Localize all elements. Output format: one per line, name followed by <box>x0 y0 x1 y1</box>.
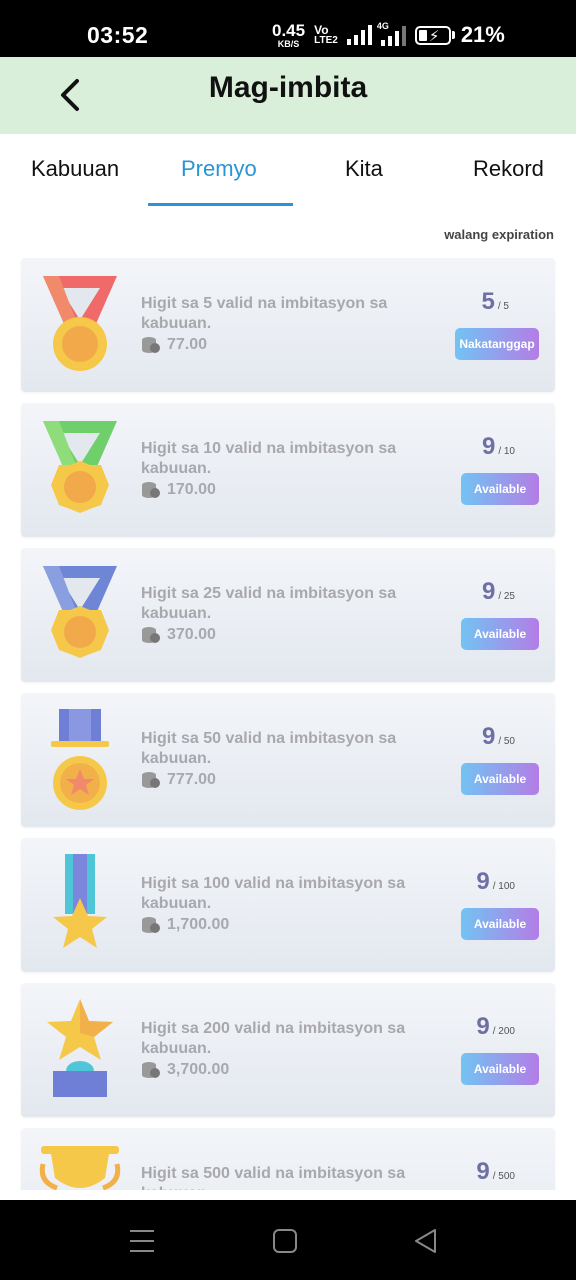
tab-rekord[interactable]: Rekord <box>473 156 544 182</box>
reward-amount-value: 170.00 <box>167 481 216 498</box>
status-time: 03:52 <box>87 22 149 48</box>
progress-current: 9 <box>476 1013 490 1040</box>
volte-bottom: LTE2 <box>314 35 338 46</box>
coin-icon <box>142 772 160 788</box>
tab-premyo[interactable]: Premyo <box>181 156 257 182</box>
available-button[interactable]: Available <box>461 763 539 795</box>
reward-card: Higit sa 10 valid na imbitasyon sa kabuu… <box>21 403 555 537</box>
progress-total: / 5 <box>497 301 509 312</box>
volte-indicator: Vo LTE2 <box>314 24 338 46</box>
reward-amount: 370.00 <box>141 626 216 644</box>
tab-active-indicator <box>148 203 293 206</box>
page-title: Mag-imbita <box>208 71 368 104</box>
reward-description: Higit sa 200 valid na imbitasyon sa kabu… <box>141 1020 406 1057</box>
available-button[interactable]: Available <box>461 473 539 505</box>
claimed-button[interactable]: Nakatanggap <box>455 328 539 360</box>
progress-current: 9 <box>476 1158 490 1185</box>
tab-kita[interactable]: Kita <box>345 156 383 182</box>
network-speed-value: 0.45 <box>272 20 306 40</box>
star-medal-icon <box>51 709 109 810</box>
reward-amount-value: 3,700.00 <box>167 1061 230 1078</box>
back-triangle-icon <box>415 1229 436 1253</box>
progress-current: 9 <box>476 868 490 895</box>
reward-progress: 9/ 100 <box>476 868 515 896</box>
progress-total: / 10 <box>498 446 515 457</box>
progress-total: / 200 <box>492 1026 515 1037</box>
home-button[interactable] <box>270 1226 300 1256</box>
battery-percent: 21% <box>460 22 505 47</box>
reward-description: Higit sa 10 valid na imbitasyon sa kabuu… <box>141 440 397 477</box>
available-button[interactable]: Available <box>461 618 539 650</box>
coin-icon <box>142 917 160 933</box>
reward-card: Higit sa 50 valid na imbitasyon sa kabuu… <box>21 693 555 827</box>
red-ribbon-medal-icon <box>43 276 117 371</box>
signal-icon <box>346 25 372 45</box>
progress-total: / 100 <box>492 881 515 892</box>
network-speed-unit: KB/S <box>277 38 300 49</box>
coin-icon <box>142 337 160 353</box>
coin-icon <box>142 482 160 498</box>
recents-button[interactable] <box>127 1226 157 1256</box>
reward-description: Higit sa 100 valid na imbitasyon sa kabu… <box>141 875 406 912</box>
available-button[interactable]: Available <box>461 908 539 940</box>
reward-amount-value: 777.00 <box>167 771 216 788</box>
battery-icon: ⚡ 21% <box>414 22 505 48</box>
signal-4g-icon: 4G <box>377 21 406 46</box>
progress-current: 9 <box>481 723 496 750</box>
reward-description: Higit sa 500 valid na imbitasyon sa kabu… <box>141 1165 406 1190</box>
blue-ribbon-medal-icon <box>43 566 117 658</box>
reward-progress: 5/ 5 <box>482 288 509 316</box>
available-button[interactable]: Available <box>461 1053 539 1085</box>
progress-current: 9 <box>481 578 496 605</box>
home-square-icon <box>273 1229 297 1253</box>
expiration-note: walang expiration <box>444 227 554 242</box>
reward-description: Higit sa 5 valid na imbitasyon sa kabuua… <box>141 295 388 332</box>
reward-card: Higit sa 100 valid na imbitasyon sa kabu… <box>21 838 555 972</box>
reward-description: Higit sa 25 valid na imbitasyon sa kabuu… <box>141 585 397 622</box>
reward-progress: 9/ 10 <box>482 433 515 461</box>
reward-amount-value: 370.00 <box>167 626 216 643</box>
coin-icon <box>142 1062 160 1078</box>
progress-current: 5 <box>481 288 495 315</box>
rewards-list[interactable]: Higit sa 5 valid na imbitasyon sa kabuua… <box>0 258 576 1190</box>
progress-current: 9 <box>481 433 496 460</box>
status-icons: 0.45 KB/S Vo LTE2 4G ⚡ 21% <box>272 20 505 50</box>
network-speed: 0.45 KB/S <box>272 22 305 49</box>
reward-card: Higit sa 200 valid na imbitasyon sa kabu… <box>21 983 555 1117</box>
reward-progress: 9/ 25 <box>482 578 515 606</box>
nav-back-button[interactable] <box>411 1226 441 1256</box>
menu-icon <box>130 1230 154 1252</box>
reward-amount: 170.00 <box>141 481 216 499</box>
network-type: 4G <box>376 21 389 31</box>
reward-progress: 9/ 200 <box>476 1013 515 1041</box>
system-nav-bar <box>0 1200 576 1280</box>
reward-progress: 9/ 500 <box>476 1158 515 1186</box>
green-ribbon-medal-icon <box>43 421 117 513</box>
reward-card: Higit sa 25 valid na imbitasyon sa kabuu… <box>21 548 555 682</box>
progress-total: / 25 <box>498 591 515 602</box>
reward-progress: 9/ 50 <box>482 723 515 751</box>
star-trophy-icon <box>47 999 113 1097</box>
reward-amount-value: 1,700.00 <box>167 916 230 933</box>
reward-description: Higit sa 50 valid na imbitasyon sa kabuu… <box>141 730 397 767</box>
reward-card: Higit sa 500 valid na imbitasyon sa kabu… <box>21 1128 555 1190</box>
tab-bar: Kabuuan Premyo Kita Rekord <box>0 134 576 206</box>
reward-amount: 777.00 <box>141 771 216 789</box>
progress-total: / 500 <box>492 1171 515 1182</box>
reward-amount: 1,700.00 <box>141 916 229 934</box>
reward-amount: 77.00 <box>141 336 207 354</box>
status-bar: 03:52 0.45 KB/S Vo LTE2 4G ⚡ 21% <box>0 0 576 57</box>
app-header: Mag-imbita <box>0 57 576 134</box>
tab-kabuuan[interactable]: Kabuuan <box>31 156 119 182</box>
reward-card: Higit sa 5 valid na imbitasyon sa kabuua… <box>21 258 555 392</box>
reward-amount: 3,700.00 <box>141 1061 229 1079</box>
reward-amount-value: 77.00 <box>167 336 208 353</box>
progress-total: / 50 <box>498 736 515 747</box>
star-ribbon-icon <box>53 854 107 948</box>
gold-cup-icon <box>39 1146 121 1190</box>
coin-icon <box>142 627 160 643</box>
